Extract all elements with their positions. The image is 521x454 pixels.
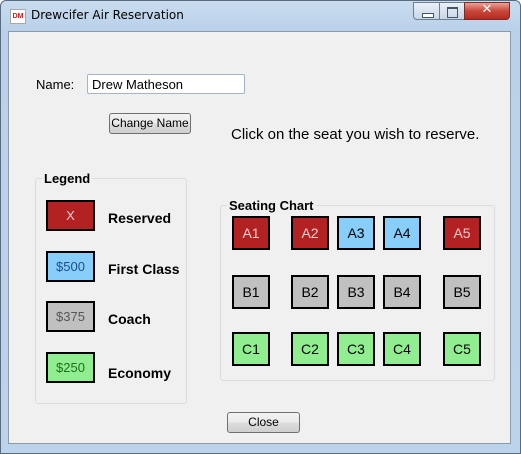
minimize-icon — [422, 13, 434, 18]
legend-label-coach: Coach — [108, 311, 151, 327]
close-icon: ✕ — [481, 2, 493, 17]
seat-a2[interactable]: A2 — [291, 216, 329, 250]
name-label: Name: — [36, 77, 75, 92]
seat-b3[interactable]: B3 — [337, 275, 375, 309]
instructions-text: Click on the seat you wish to reserve. — [231, 126, 480, 143]
maximize-icon — [447, 7, 458, 18]
legend-swatch-coach: $375 — [46, 301, 95, 332]
legend-group: Legend X Reserved $500 First Class $375 … — [35, 171, 187, 404]
seat-c2[interactable]: C2 — [291, 332, 329, 366]
app-icon: DM — [10, 9, 26, 24]
seat-a5[interactable]: A5 — [443, 216, 481, 250]
legend-label-reserved: Reserved — [108, 210, 172, 226]
maximize-button[interactable] — [439, 2, 465, 20]
change-name-button[interactable]: Change Name — [109, 113, 191, 134]
seat-c4[interactable]: C4 — [383, 332, 421, 366]
seat-a3[interactable]: A3 — [337, 216, 375, 250]
legend-swatch-economy: $250 — [46, 352, 95, 383]
title-bar[interactable]: DM Drewcifer Air Reservation ✕ — [1, 1, 520, 31]
window-title: Drewcifer Air Reservation — [31, 8, 184, 22]
seating-chart-title: Seating Chart — [227, 198, 316, 213]
legend-title: Legend — [42, 171, 93, 186]
seat-c1[interactable]: C1 — [232, 332, 270, 366]
seat-b4[interactable]: B4 — [383, 275, 421, 309]
legend-swatch-reserved: X — [46, 200, 95, 231]
seat-b5[interactable]: B5 — [443, 275, 481, 309]
seat-a4[interactable]: A4 — [383, 216, 421, 250]
name-input[interactable] — [87, 74, 245, 94]
minimize-button[interactable] — [413, 2, 440, 20]
seat-b2[interactable]: B2 — [291, 275, 329, 309]
app-window: DM Drewcifer Air Reservation ✕ Name: Cha… — [0, 0, 521, 454]
seat-c3[interactable]: C3 — [337, 332, 375, 366]
legend-swatch-first-class: $500 — [46, 251, 95, 282]
seat-c5[interactable]: C5 — [443, 332, 481, 366]
window-close-button[interactable]: ✕ — [464, 2, 510, 20]
seating-chart-group: Seating Chart A1 A2 A3 A4 A5 B1 B2 B3 B4… — [220, 198, 495, 381]
seat-a1[interactable]: A1 — [232, 216, 270, 250]
client-area: Name: Change Name Click on the seat you … — [8, 31, 511, 444]
legend-label-economy: Economy — [108, 365, 172, 381]
close-button[interactable]: Close — [227, 412, 300, 433]
seat-b1[interactable]: B1 — [232, 275, 270, 309]
legend-label-first-class: First Class — [108, 261, 180, 277]
